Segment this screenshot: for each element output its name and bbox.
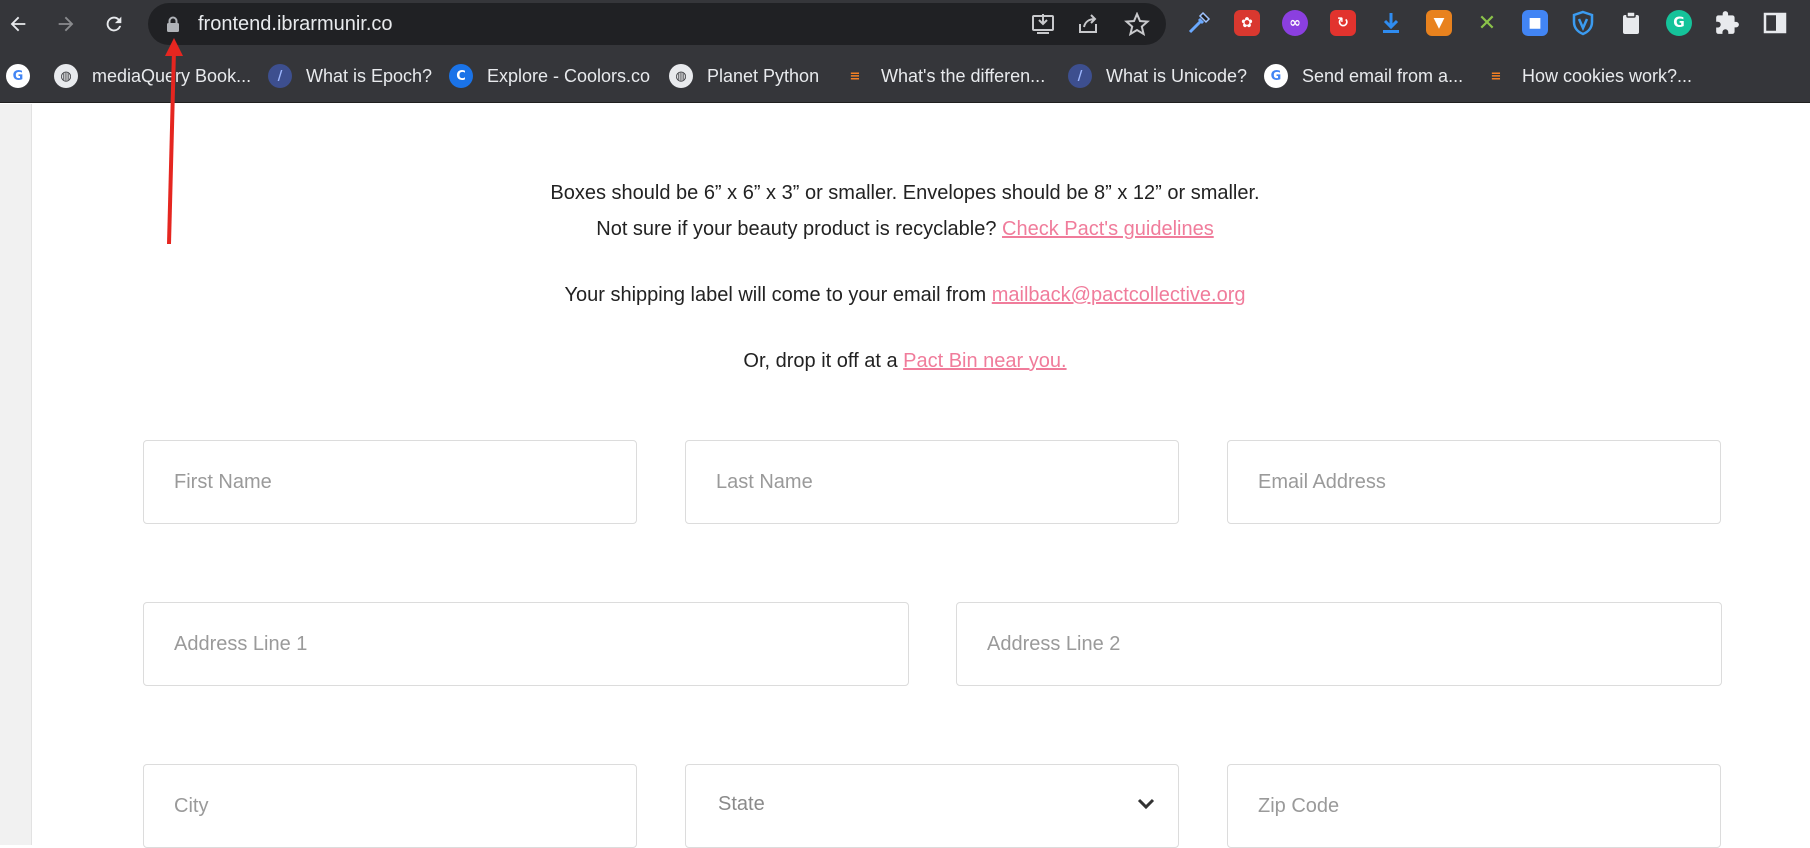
google-icon: G (6, 64, 30, 88)
forward-button[interactable] (50, 8, 82, 40)
address-line-1-field (143, 602, 909, 686)
bookmark-epoch[interactable]: / What is Epoch? (268, 62, 432, 90)
last-name-field (685, 440, 1179, 524)
extensions-puzzle-icon[interactable] (1714, 10, 1740, 36)
infinity-extension-icon[interactable]: ∞ (1282, 10, 1308, 36)
zip-code-input[interactable] (1228, 765, 1720, 847)
email-field (1227, 440, 1721, 524)
drop-off-text: Or, drop it off at a (743, 350, 904, 372)
shipping-label-text: Your shipping label will come to your em… (564, 284, 992, 306)
side-panel-icon[interactable] (1762, 10, 1788, 36)
last-name-input[interactable] (686, 441, 1178, 523)
first-name-field (143, 440, 637, 524)
box-size-info: Boxes should be 6” x 6” x 3” or smaller.… (550, 182, 1260, 204)
email-input[interactable] (1228, 441, 1720, 523)
bookmark-label: What is Unicode? (1106, 65, 1248, 86)
address-line-2-field (956, 602, 1722, 686)
first-name-input[interactable] (144, 441, 636, 523)
page-content: Boxes should be 6” x 6” x 3” or smaller.… (0, 104, 1810, 848)
shield-extension-icon[interactable] (1570, 10, 1596, 36)
city-input[interactable] (144, 765, 636, 847)
bookmark-mediaquery[interactable]: ◍ mediaQuery Book... (54, 62, 251, 90)
reload-icon (106, 16, 122, 32)
bookmark-coolors[interactable]: C Explore - Coolors.co (449, 62, 650, 90)
bookmark-stackoverflow-diff[interactable]: ≡ What's the differen... (843, 62, 1046, 90)
recyclable-text: Not sure if your beauty product is recyc… (596, 218, 1003, 240)
cross-extension-icon[interactable]: ✕ (1474, 10, 1500, 36)
download-extension-icon[interactable] (1378, 10, 1404, 36)
address-bar[interactable]: frontend.ibrarmunir.co (148, 3, 1166, 45)
bookmark-google[interactable]: G (6, 62, 44, 90)
recyclable-info: Not sure if your beauty product is recyc… (0, 218, 1810, 241)
reload-button[interactable] (98, 8, 130, 40)
stackoverflow-icon: ≡ (849, 68, 861, 84)
bookmark-star-icon[interactable] (1124, 12, 1150, 36)
bookmark-cookies[interactable]: ≡ How cookies work?... (1484, 62, 1693, 90)
state-select[interactable]: State (685, 764, 1179, 848)
drop-off-info: Or, drop it off at a Pact Bin near you. (0, 350, 1810, 373)
install-app-icon[interactable] (1030, 12, 1056, 36)
mailback-email-link[interactable]: mailback@pactcollective.org (992, 284, 1246, 306)
browser-toolbar: frontend.ibrarmunir.co ✿ ∞ ↻ ▼ ✕ ■ G (0, 0, 1810, 48)
url-text: frontend.ibrarmunir.co (198, 13, 393, 35)
coolors-icon: C (449, 64, 473, 88)
pact-bin-link[interactable]: Pact Bin near you. (903, 350, 1066, 372)
google-icon: G (1264, 64, 1288, 88)
slash-icon: / (1068, 64, 1092, 88)
eyedropper-extension-icon[interactable] (1186, 10, 1212, 36)
globe-icon: ◍ (54, 64, 78, 88)
paw-extension-icon[interactable]: ✿ (1234, 10, 1260, 36)
forward-arrow-icon (58, 16, 74, 32)
city-field (143, 764, 637, 848)
back-button[interactable] (2, 8, 34, 40)
bookmark-label: Send email from a... (1302, 65, 1464, 86)
state-select-value: State (718, 793, 765, 815)
share-icon[interactable] (1076, 12, 1102, 36)
address-line-1-input[interactable] (144, 603, 908, 685)
bookmark-label: What is Epoch? (306, 65, 433, 86)
address-line-2-input[interactable] (957, 603, 1721, 685)
bookmark-label: Planet Python (707, 65, 820, 86)
back-arrow-icon (10, 16, 26, 32)
window-extension-icon[interactable]: ■ (1522, 10, 1548, 36)
pact-guidelines-link[interactable]: Check Pact's guidelines (1002, 218, 1214, 240)
refresh-extension-icon[interactable]: ↻ (1330, 10, 1356, 36)
clipboard-extension-icon[interactable] (1618, 10, 1644, 36)
bookmarks-bar: G ◍ mediaQuery Book... / What is Epoch? … (0, 48, 1810, 103)
grammarly-icon[interactable]: G (1666, 10, 1692, 36)
bookmark-unicode[interactable]: / What is Unicode? (1068, 62, 1247, 90)
slash-icon: / (268, 64, 292, 88)
globe-icon: ◍ (669, 64, 693, 88)
zip-code-field (1227, 764, 1721, 848)
shipping-label-info: Your shipping label will come to your em… (0, 284, 1810, 307)
lock-icon (167, 16, 179, 32)
fox-extension-icon[interactable]: ▼ (1426, 10, 1452, 36)
chevron-down-icon (1137, 798, 1155, 810)
bookmark-label: How cookies work?... (1522, 65, 1693, 86)
bookmark-planet-python[interactable]: ◍ Planet Python (669, 62, 819, 90)
bookmark-send-email[interactable]: G Send email from a... (1264, 62, 1463, 90)
stackoverflow-icon: ≡ (1490, 68, 1502, 84)
bookmark-label: What's the differen... (881, 65, 1046, 86)
bookmark-label: Explore - Coolors.co (487, 65, 651, 86)
left-gutter (0, 104, 32, 845)
bookmark-label: mediaQuery Book... (92, 65, 252, 86)
